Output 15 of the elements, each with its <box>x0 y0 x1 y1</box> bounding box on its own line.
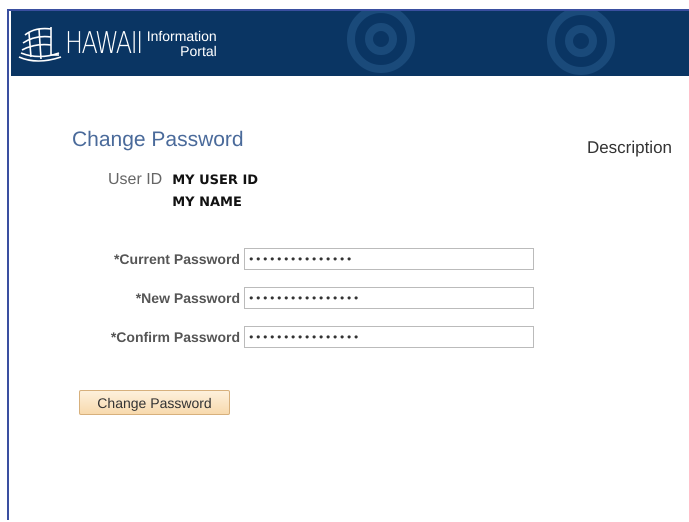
description-label: Description <box>586 138 672 158</box>
page-title: Change Password <box>72 128 244 152</box>
user-id-label: User ID <box>108 171 162 190</box>
password-field[interactable]: •••••••••••••••• <box>244 287 534 309</box>
field-label: *New Password <box>134 290 241 306</box>
password-field[interactable]: ••••••••••••••• <box>244 248 534 270</box>
password-field[interactable]: •••••••••••••••• <box>244 326 534 348</box>
logo-wordmark: HAWAII <box>65 26 142 61</box>
user-name-value: MY NAME <box>172 195 243 210</box>
field-label: *Confirm Password <box>110 329 241 345</box>
logo-subtitle: Information <box>146 28 217 44</box>
logo-subtitle: Portal <box>179 44 217 58</box>
change-password-button[interactable]: Change Password <box>79 390 230 415</box>
user-id-value: MY USER ID <box>172 173 258 188</box>
field-label: *Current Password <box>112 251 241 267</box>
